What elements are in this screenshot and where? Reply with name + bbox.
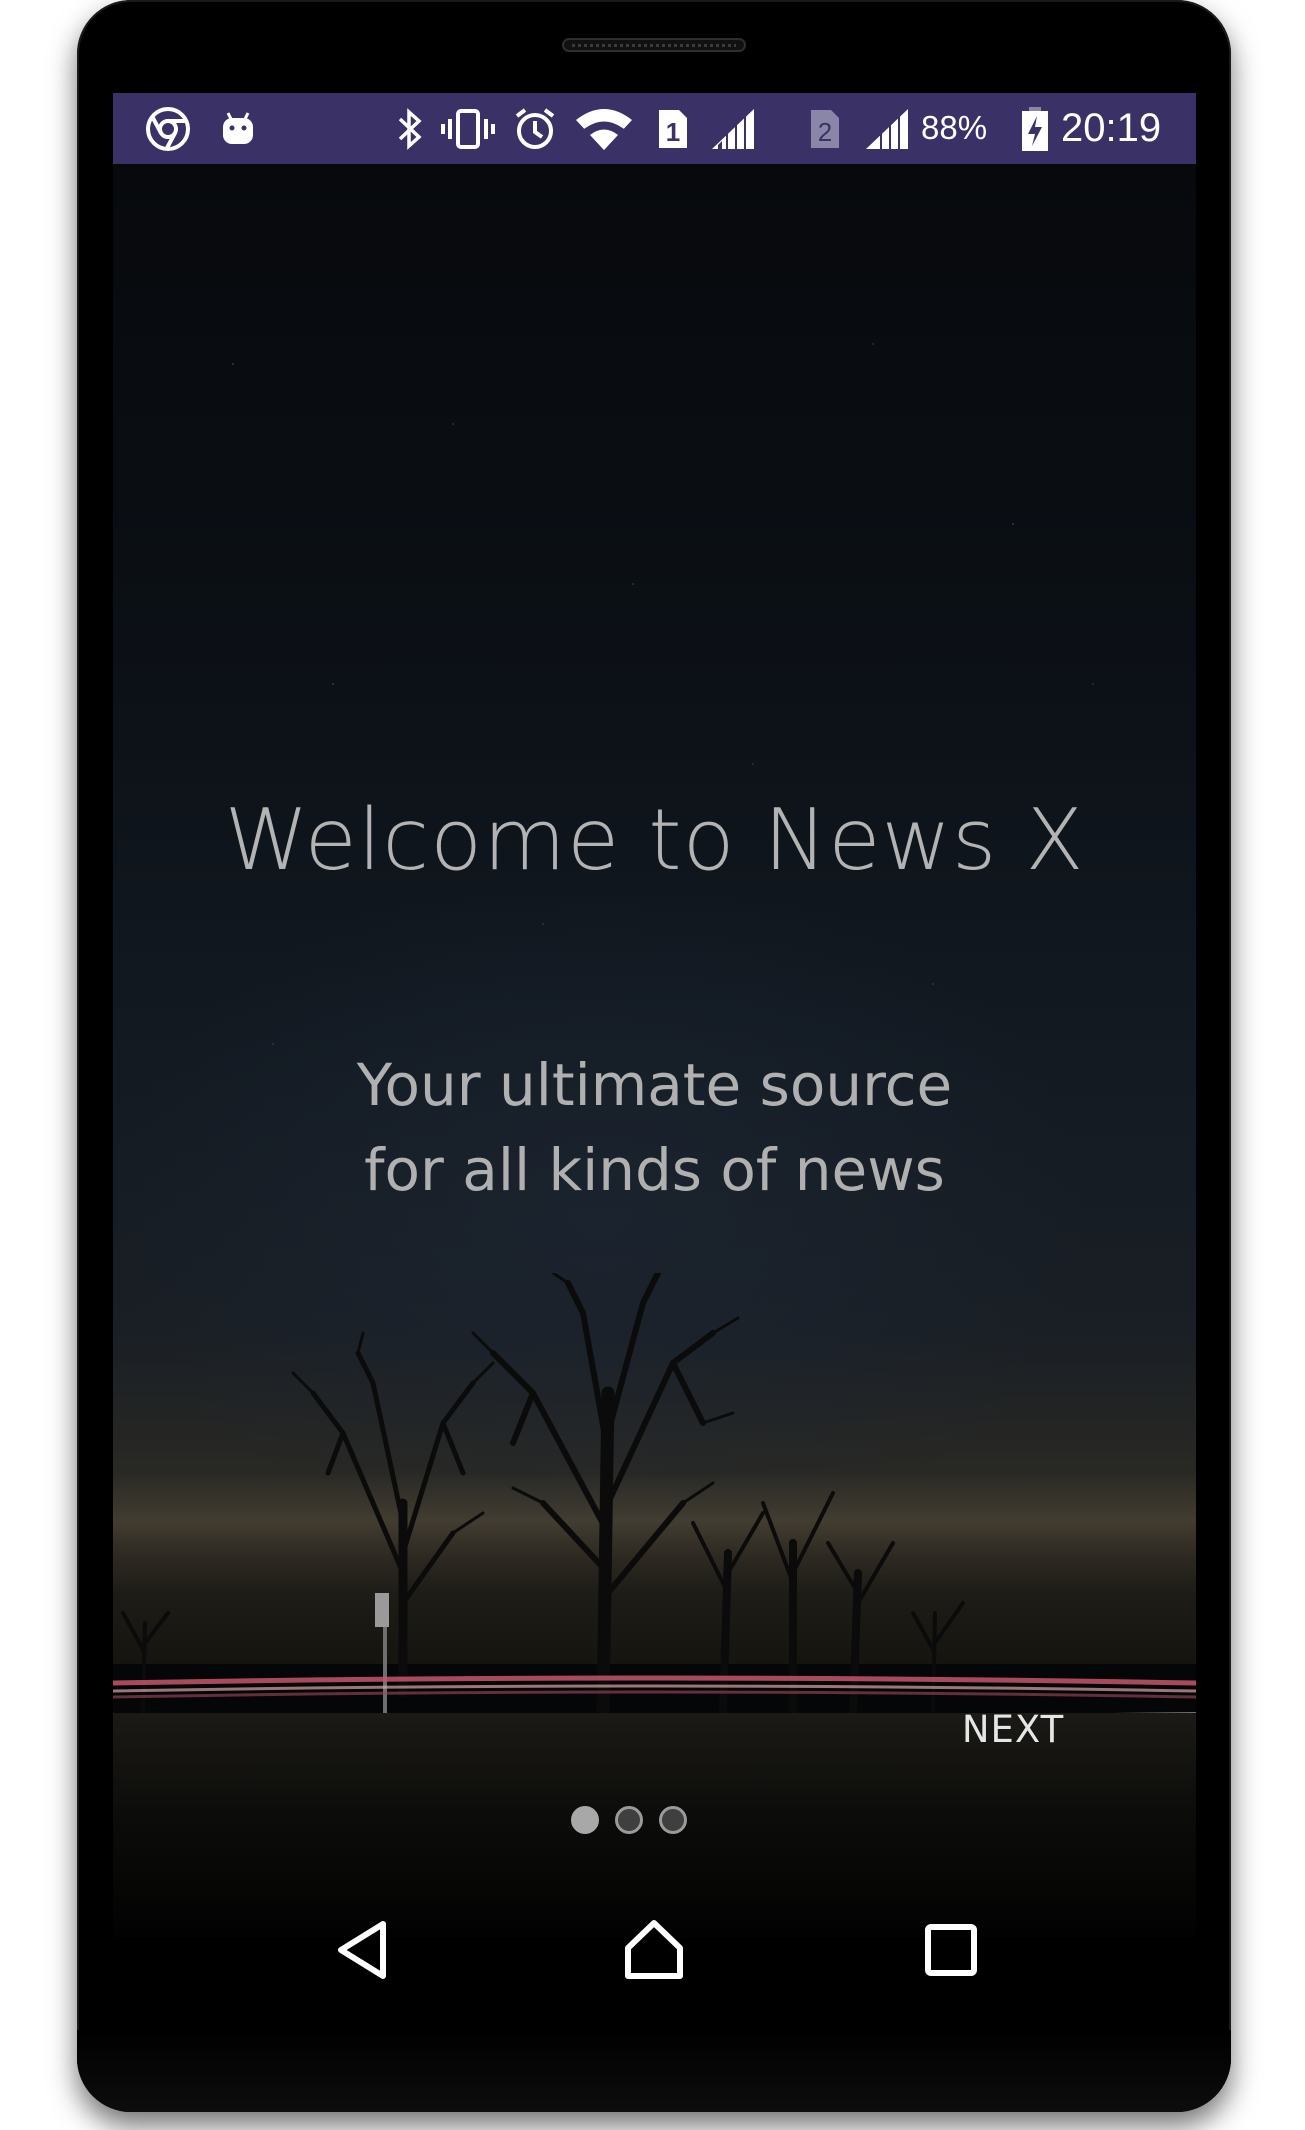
- bluetooth-icon: [388, 93, 432, 164]
- welcome-subtitle: Your ultimate source for all kinds of ne…: [356, 1051, 953, 1204]
- wifi-icon: [573, 93, 635, 164]
- recents-icon[interactable]: [911, 1910, 991, 1990]
- page-dot-active[interactable]: [571, 1806, 599, 1834]
- welcome-title: Welcome to News X: [224, 791, 1085, 890]
- page-dot[interactable]: [615, 1806, 643, 1834]
- tree-silhouettes: [121, 1273, 965, 1713]
- sim2-icon: 2: [805, 93, 845, 164]
- phone-bottom-bezel: [77, 2030, 1231, 2112]
- signal-icon: [707, 93, 759, 164]
- sim2-label: 2: [818, 117, 832, 147]
- sim1-label: 1: [666, 117, 680, 147]
- battery-percent: 88%: [921, 109, 988, 146]
- home-icon[interactable]: [614, 1910, 694, 1990]
- alarm-icon: [510, 93, 560, 164]
- navigation-bar: [113, 1880, 1196, 2020]
- battery-charging-icon: [1018, 93, 1052, 164]
- next-button[interactable]: NEXT: [943, 1700, 1083, 1760]
- device-frame-stage: 1 2 88% 20:19 Welcome to News X Your ult…: [0, 0, 1305, 2130]
- earpiece-speaker: [562, 38, 746, 52]
- back-icon[interactable]: [323, 1910, 403, 1990]
- phone-screen: 1 2 88% 20:19 Welcome to News X Your ult…: [113, 93, 1196, 1938]
- sim1-icon: 1: [653, 93, 693, 164]
- status-time: 20:19: [1061, 106, 1162, 150]
- android-icon: [213, 93, 263, 164]
- page-indicator: [571, 1806, 711, 1846]
- signal-icon: [861, 93, 913, 164]
- vibrate-icon: [438, 93, 498, 164]
- status-bar: 1 2 88% 20:19: [113, 93, 1196, 164]
- page-dot[interactable]: [659, 1806, 687, 1834]
- chrome-icon: [143, 93, 193, 164]
